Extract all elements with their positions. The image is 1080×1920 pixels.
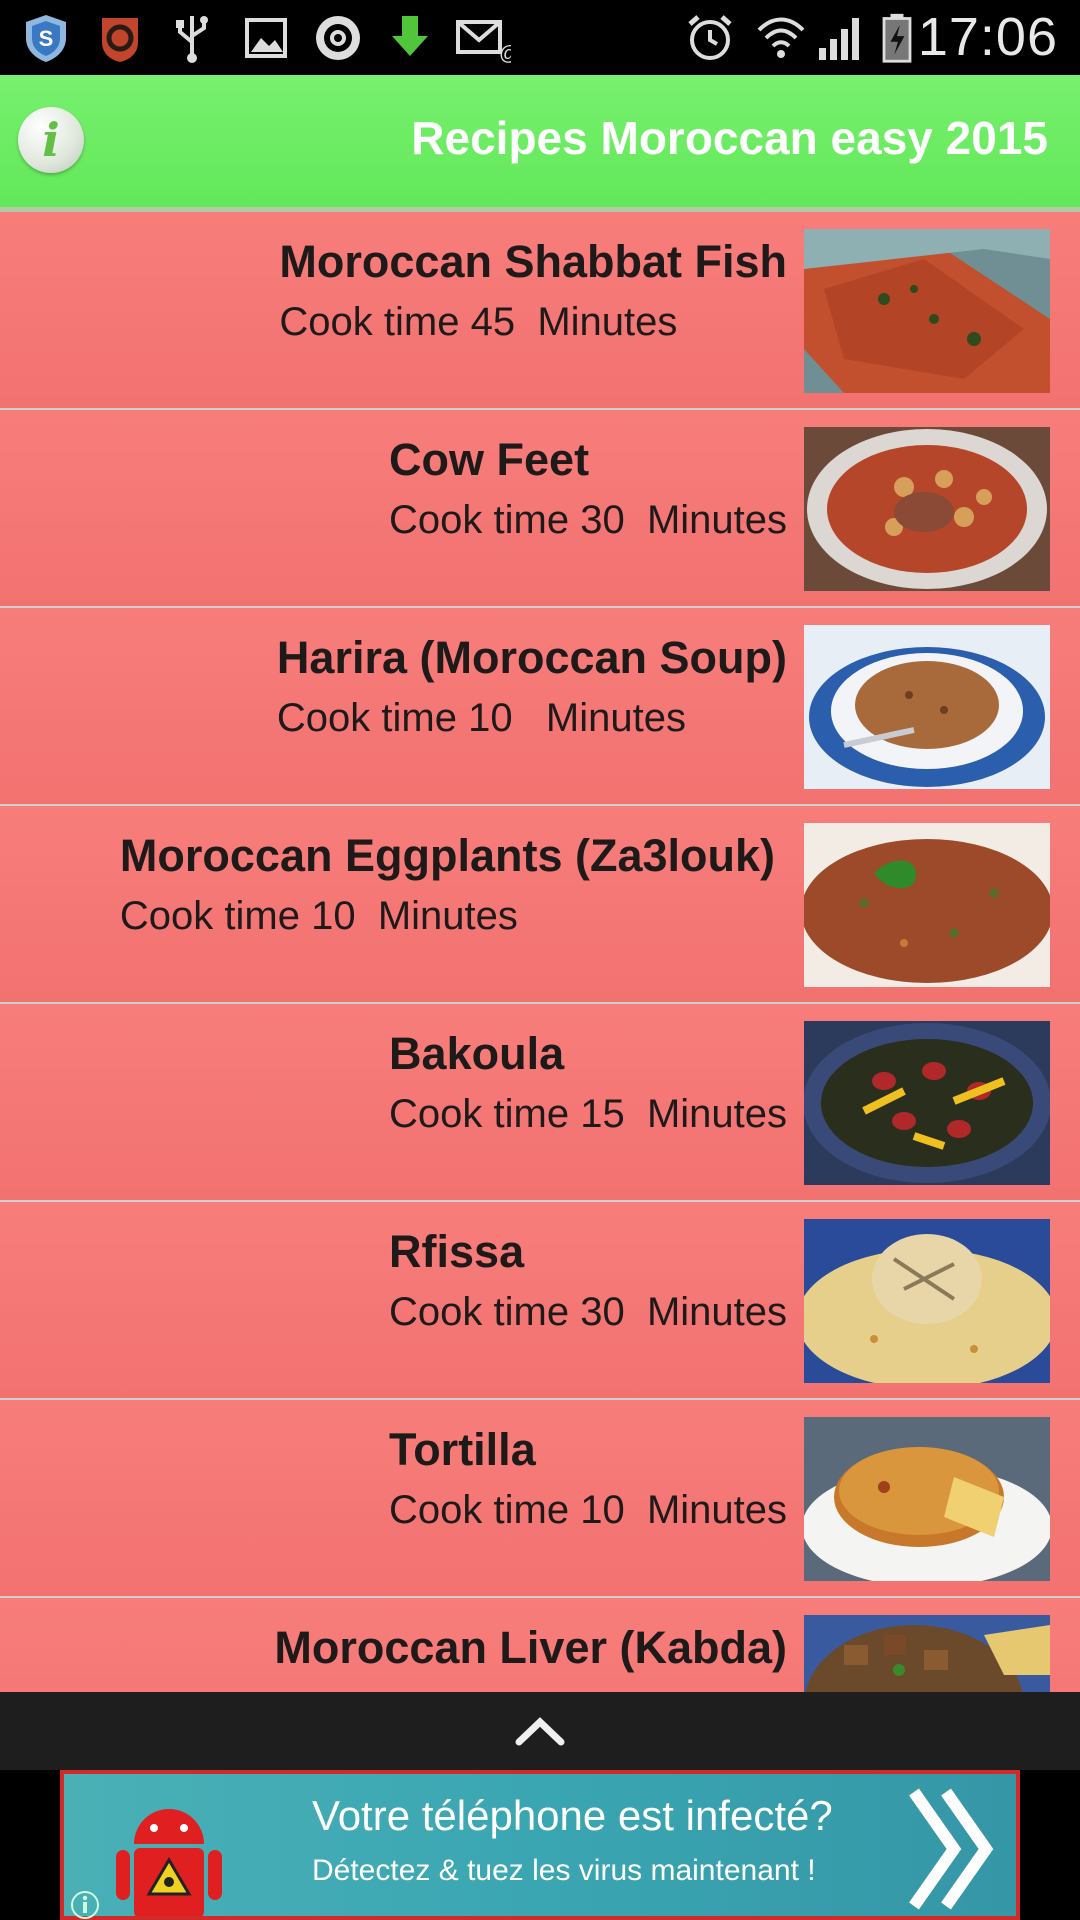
security-app-icon bbox=[102, 18, 138, 62]
android-virus-icon bbox=[116, 1809, 222, 1916]
app-header: i Recipes Moroccan easy 2015 bbox=[0, 75, 1080, 212]
ad-banner[interactable]: Votre téléphone est infecté? Détectez & … bbox=[60, 1770, 1020, 1920]
shield-icon: S bbox=[26, 15, 66, 62]
recipe-cook-time: Cook time 10 Minutes bbox=[389, 1488, 787, 1532]
liver-photo bbox=[804, 1615, 1050, 1692]
scroll-top-bar[interactable] bbox=[0, 1692, 1080, 1770]
recipe-cook-time: Cook time 30 Minutes bbox=[389, 498, 787, 542]
page-title: Recipes Moroccan easy 2015 bbox=[411, 112, 1048, 164]
bakoula-photo bbox=[804, 1021, 1050, 1185]
tortilla-photo bbox=[804, 1417, 1050, 1581]
list-item[interactable]: Moroccan Eggplants (Za3louk) Cook time 1… bbox=[0, 806, 1080, 1005]
image-icon bbox=[245, 18, 287, 58]
ad-info-icon[interactable] bbox=[70, 1890, 100, 1920]
clock: 17:06 bbox=[917, 7, 1058, 67]
ad-arrow-icon bbox=[909, 1788, 994, 1910]
stew-photo bbox=[804, 427, 1050, 591]
recipe-title: Rfissa bbox=[389, 1226, 525, 1277]
recipe-list[interactable]: Moroccan Shabbat Fish Cook time 45 Minut… bbox=[0, 212, 1080, 1692]
usb-icon bbox=[176, 16, 208, 63]
sync-icon bbox=[316, 16, 360, 60]
email-icon: @ bbox=[456, 20, 511, 64]
recipe-cook-time: Cook time 45 Minutes bbox=[279, 300, 678, 344]
recipe-title: Moroccan Eggplants (Za3louk) bbox=[119, 830, 775, 881]
alarm-icon bbox=[688, 15, 732, 60]
list-item[interactable]: Moroccan Liver (Kabda) bbox=[0, 1598, 1080, 1692]
download-icon bbox=[392, 16, 428, 56]
chevron-up-icon[interactable] bbox=[515, 1712, 565, 1750]
list-item[interactable]: Tortilla Cook time 10 Minutes bbox=[0, 1400, 1080, 1599]
list-item[interactable]: Rfissa Cook time 30 Minutes bbox=[0, 1202, 1080, 1401]
list-item[interactable]: Moroccan Shabbat Fish Cook time 45 Minut… bbox=[0, 212, 1080, 411]
rfissa-photo bbox=[804, 1219, 1050, 1383]
recipe-cook-time: Cook time 10 Minutes bbox=[119, 894, 518, 938]
svg-text:@: @ bbox=[499, 43, 511, 64]
recipe-title: Tortilla bbox=[389, 1424, 536, 1475]
recipe-title: Moroccan Liver (Kabda) bbox=[274, 1622, 787, 1673]
battery-icon bbox=[882, 13, 912, 63]
recipe-cook-time: Cook time 30 Minutes bbox=[389, 1290, 787, 1334]
recipe-title: Harira (Moroccan Soup) bbox=[276, 632, 787, 683]
list-item[interactable]: Cow Feet Cook time 30 Minutes bbox=[0, 410, 1080, 609]
recipe-title: Bakoula bbox=[389, 1028, 565, 1079]
soup-photo bbox=[804, 625, 1050, 789]
recipe-cook-time: Cook time 10 Minutes bbox=[276, 696, 686, 740]
ad-container: Votre téléphone est infecté? Détectez & … bbox=[0, 1770, 1080, 1920]
ad-subtext: Détectez & tuez les virus maintenant ! bbox=[312, 1854, 816, 1887]
signal-icon bbox=[819, 18, 859, 60]
recipe-title: Cow Feet bbox=[389, 434, 590, 485]
recipe-cook-time: Cook time 15 Minutes bbox=[389, 1092, 787, 1136]
svg-text:S: S bbox=[39, 26, 54, 51]
wifi-icon bbox=[757, 17, 805, 58]
fish-photo bbox=[804, 229, 1050, 393]
list-item[interactable]: Harira (Moroccan Soup) Cook time 10 Minu… bbox=[0, 608, 1080, 807]
status-bar: S @ bbox=[0, 0, 1080, 75]
ad-headline: Votre téléphone est infecté? bbox=[312, 1792, 833, 1839]
info-icon[interactable]: i bbox=[18, 107, 84, 173]
list-item[interactable]: Bakoula Cook time 15 Minutes bbox=[0, 1004, 1080, 1203]
recipe-title: Moroccan Shabbat Fish bbox=[279, 236, 787, 287]
eggplant-photo bbox=[804, 823, 1050, 987]
